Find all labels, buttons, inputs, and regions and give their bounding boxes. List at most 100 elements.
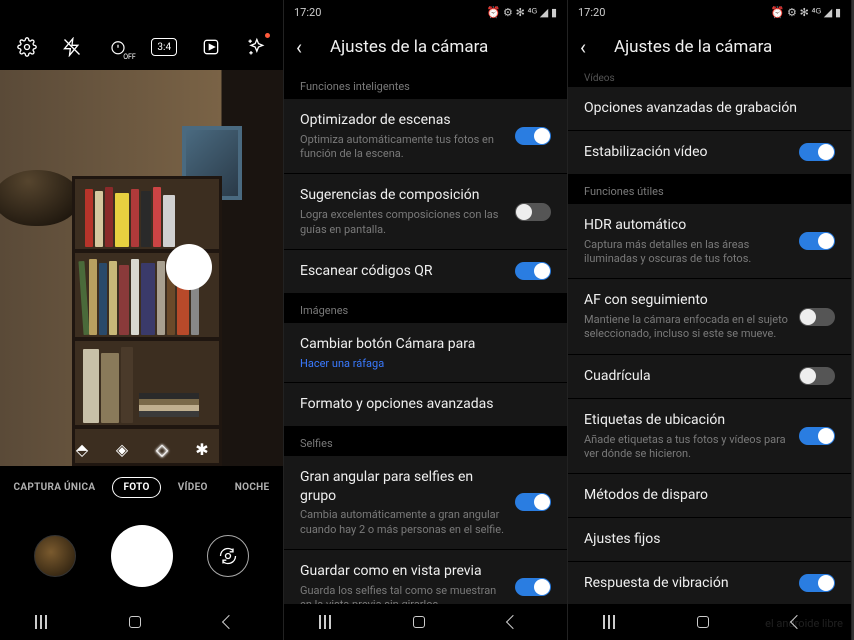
af-title: AF con seguimiento: [584, 291, 789, 310]
loc-sub: Añade etiquetas a tus fotos y vídeos par…: [584, 433, 789, 462]
phone-camera: OFF 3:4: [0, 0, 284, 640]
row-scan-qr[interactable]: Escanear códigos QR: [284, 250, 567, 294]
row-af-tracking[interactable]: AF con seguimiento Mantiene la cámara en…: [568, 279, 851, 354]
wide-selfie-toggle[interactable]: [515, 493, 551, 511]
mode-video[interactable]: VÍDEO: [168, 478, 218, 497]
grid-title: Cuadrícula: [584, 367, 789, 386]
scene-optimizer-title: Optimizador de escenas: [300, 111, 505, 130]
settings-title: Ajustes de la cámara: [614, 37, 772, 57]
phone-settings-1: 17:20 ⏰ ⚙ ✻ ⁴ᴳ ◢ ▮ ‹ Ajustes de la cámar…: [284, 0, 568, 640]
loc-title: Etiquetas de ubicación: [584, 411, 789, 430]
settings-gear-icon[interactable]: [15, 35, 39, 59]
lens-ultrawide-icon[interactable]: ⬘: [71, 438, 93, 460]
row-vibration-feedback[interactable]: Respuesta de vibración: [568, 562, 851, 606]
settings-title: Ajustes de la cámara: [330, 37, 488, 57]
wide-selfie-title: Gran angular para selfies en grupo: [300, 468, 505, 506]
row-fixed-settings[interactable]: Ajustes fijos: [568, 518, 851, 562]
settings-header: ‹ Ajustes de la cámara: [568, 24, 851, 70]
nav-recents-icon[interactable]: [35, 615, 59, 629]
row-format-advanced[interactable]: Formato y opciones avanzadas: [284, 383, 567, 427]
mode-night[interactable]: NOCHE: [225, 478, 280, 497]
status-time: 17:20: [578, 6, 605, 19]
af-toggle[interactable]: [799, 308, 835, 326]
row-shooting-methods[interactable]: Métodos de disparo: [568, 474, 851, 518]
nav-home-icon[interactable]: [413, 616, 437, 628]
aspect-ratio-icon[interactable]: 3:4: [151, 38, 177, 56]
row-scene-optimizer[interactable]: Optimizador de escenas Optimiza automáti…: [284, 99, 567, 174]
hdr-toggle[interactable]: [799, 232, 835, 250]
stabil-toggle[interactable]: [799, 143, 835, 161]
mode-single[interactable]: CAPTURA ÚNICA: [4, 478, 106, 497]
filters-icon[interactable]: [244, 35, 268, 59]
gallery-thumbnail[interactable]: [34, 535, 76, 577]
loc-toggle[interactable]: [799, 427, 835, 445]
status-time: 17:20: [294, 6, 321, 19]
row-grid[interactable]: Cuadrícula: [568, 355, 851, 399]
composition-toggle[interactable]: [515, 203, 551, 221]
switch-camera-button[interactable]: [207, 535, 249, 577]
row-change-camera-button[interactable]: Cambiar botón Cámara para Hacer una ráfa…: [284, 323, 567, 383]
row-hdr-auto[interactable]: HDR automático Captura más detalles en l…: [568, 204, 851, 279]
save-preview-title: Guardar como en vista previa: [300, 562, 505, 581]
camera-viewfinder[interactable]: ⬘ ◈ ◇ ✱: [0, 70, 284, 466]
phone-settings-2: 17:20 ⏰ ⚙ ✻ ⁴ᴳ ◢ ▮ ‹ Ajustes de la cámar…: [568, 0, 852, 640]
camera-top-toolbar: OFF 3:4: [0, 24, 283, 70]
row-composition-suggestions[interactable]: Sugerencias de composición Logra excelen…: [284, 174, 567, 249]
nav-recents-icon[interactable]: [603, 615, 627, 629]
mode-photo[interactable]: FOTO: [112, 477, 160, 498]
wide-selfie-sub: Cambia automáticamente a gran angular cu…: [300, 508, 505, 537]
status-icons: ⏰ ⚙ ✻ ⁴ᴳ ◢ ▮: [487, 6, 557, 19]
nav-bar: [0, 604, 283, 640]
format-title: Formato y opciones avanzadas: [300, 395, 551, 414]
section-videos-cut: Vídeos: [568, 70, 851, 87]
back-arrow-icon[interactable]: ‹: [580, 35, 600, 59]
row-advanced-recording[interactable]: Opciones avanzadas de grabación: [568, 87, 851, 131]
change-button-link: Hacer una ráfaga: [300, 357, 551, 370]
row-video-stabilization[interactable]: Estabilización vídeo: [568, 131, 851, 175]
status-bar: 17:20 ⏰ ⚙ ✻ ⁴ᴳ ◢ ▮: [568, 0, 851, 24]
status-bar: 17:20 ⏰ ⚙ ✻ ⁴ᴳ ◢ ▮: [284, 0, 567, 24]
focus-indicator[interactable]: [166, 244, 212, 290]
vibration-title: Respuesta de vibración: [584, 574, 789, 593]
lens-tele-icon[interactable]: ✱: [191, 438, 213, 460]
settings-header: ‹ Ajustes de la cámara: [284, 24, 567, 70]
nav-home-icon[interactable]: [129, 616, 153, 628]
shutter-button[interactable]: [111, 525, 173, 587]
nav-back-icon[interactable]: [508, 617, 532, 627]
status-icons: ⏰ ⚙ ✻ ⁴ᴳ ◢ ▮: [771, 6, 841, 19]
back-arrow-icon[interactable]: ‹: [296, 35, 316, 59]
row-wide-selfie[interactable]: Gran angular para selfies en grupo Cambi…: [284, 456, 567, 550]
row-location-tags[interactable]: Etiquetas de ubicación Añade etiquetas a…: [568, 399, 851, 474]
change-button-title: Cambiar botón Cámara para: [300, 335, 551, 354]
nav-back-icon[interactable]: [224, 617, 248, 627]
hdr-title: HDR automático: [584, 216, 789, 235]
composition-sub: Logra excelentes composiciones con las g…: [300, 208, 505, 237]
watermark-text: el androide libre: [765, 617, 843, 630]
qr-toggle[interactable]: [515, 262, 551, 280]
adv-rec-title: Opciones avanzadas de grabación: [584, 99, 835, 118]
camera-mode-selector: CAPTURA ÚNICA FOTO VÍDEO NOCHE: [0, 466, 283, 508]
stabil-title: Estabilización vídeo: [584, 143, 789, 162]
fixed-title: Ajustes fijos: [584, 530, 835, 549]
section-useful: Funciones útiles: [568, 175, 851, 204]
af-sub: Mantiene la cámara enfocada en el sujeto…: [584, 313, 789, 342]
scene-optimizer-sub: Optimiza automáticamente tus fotos en fu…: [300, 133, 505, 162]
composition-title: Sugerencias de composición: [300, 186, 505, 205]
camera-controls: [0, 508, 283, 604]
timer-off-icon[interactable]: OFF: [106, 35, 130, 59]
section-selfies: Selfies: [284, 427, 567, 456]
flash-off-icon[interactable]: [60, 35, 84, 59]
lens-selector: ⬘ ◈ ◇ ✱: [0, 438, 284, 460]
nav-home-icon[interactable]: [697, 616, 721, 628]
nav-recents-icon[interactable]: [319, 615, 343, 629]
lens-standard-icon[interactable]: ◇: [151, 438, 173, 460]
save-preview-toggle[interactable]: [515, 578, 551, 596]
scene-optimizer-toggle[interactable]: [515, 127, 551, 145]
qr-title: Escanear códigos QR: [300, 262, 505, 281]
grid-toggle[interactable]: [799, 367, 835, 385]
hdr-sub: Captura más detalles en las áreas ilumin…: [584, 238, 789, 267]
vibration-toggle[interactable]: [799, 574, 835, 592]
lens-wide-icon[interactable]: ◈: [111, 438, 133, 460]
section-images: Imágenes: [284, 294, 567, 323]
motion-photo-icon[interactable]: [199, 35, 223, 59]
